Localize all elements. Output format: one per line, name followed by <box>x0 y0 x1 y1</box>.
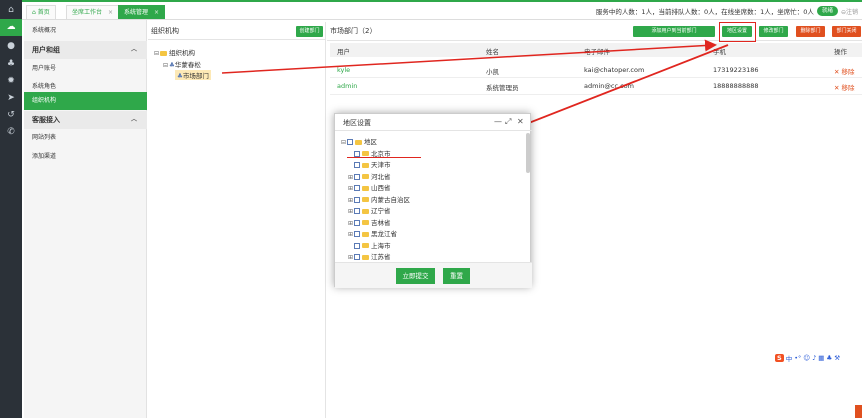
expand-icon[interactable]: ⊞ <box>348 197 353 204</box>
dialog-footer: 立即提交 重置 <box>335 262 532 288</box>
region-tree-item[interactable]: 天津市 <box>348 159 391 169</box>
tools-icon[interactable]: ⚒ <box>834 354 840 362</box>
region-label: 辽宁省 <box>371 207 391 215</box>
region-label: 上海市 <box>371 241 391 250</box>
expand-icon[interactable]: ⊞ <box>348 185 353 192</box>
close-icon[interactable]: ✕ <box>517 117 524 126</box>
region-label: 河北省 <box>371 172 391 181</box>
expand-icon[interactable]: ⊞ <box>348 208 353 215</box>
arrow-to-region-button <box>221 39 717 74</box>
checkbox[interactable] <box>354 208 360 214</box>
expand-icon[interactable]: ⊞ <box>348 254 353 261</box>
dialog-title: 地区设置 <box>343 119 371 127</box>
region-tree-item[interactable]: ⊞ 内蒙古自治区 <box>348 194 410 204</box>
region-tree-item[interactable]: ⊞ 山西省 <box>348 182 391 192</box>
collapse-icon[interactable]: ⊟ <box>341 139 346 146</box>
maximize-icon[interactable]: ⤢ <box>505 117 511 127</box>
folder-icon <box>362 185 369 191</box>
expand-icon[interactable]: ⊞ <box>348 220 353 227</box>
side-widget[interactable] <box>855 405 862 418</box>
region-label: 黑龙江省 <box>371 230 397 238</box>
region-tree-item[interactable]: ⊞ 黑龙江省 <box>348 228 397 238</box>
ime-language-label: 中 <box>785 355 793 363</box>
ime-logo: S <box>775 354 784 362</box>
keyboard-icon[interactable]: ▦ <box>818 354 824 362</box>
checkbox[interactable] <box>354 242 360 249</box>
region-tree-root[interactable]: ⊟ 地区 <box>341 136 377 146</box>
region-settings-dialog: 地区设置 — ⤢ ✕ ⊟ 地区 北京市 天津市 ⊞ 河北省 ⊞ 山西省 ⊞ 内蒙古自治区 ⊞ 辽宁省 ⊞… <box>334 113 532 288</box>
skin-icon[interactable]: ♣ <box>826 354 832 362</box>
region-label: 江苏省 <box>371 253 391 261</box>
expand-icon[interactable]: ⊞ <box>348 231 353 238</box>
folder-icon <box>362 151 369 156</box>
checkbox[interactable] <box>354 150 360 157</box>
minimize-icon[interactable]: — <box>494 117 502 126</box>
region-tree-item[interactable]: 北京市 <box>348 148 391 158</box>
region-tree-item[interactable]: ⊞ 江苏省 <box>348 251 391 261</box>
region-label: 吉林省 <box>371 218 391 227</box>
folder-icon <box>362 243 369 248</box>
punctuation-icon[interactable]: •° <box>794 354 801 362</box>
region-label: 天津市 <box>371 161 391 169</box>
region-tree-item[interactable]: ⊞ 吉林省 <box>348 217 391 227</box>
region-tree-item[interactable]: ⊞ 辽宁省 <box>348 205 391 215</box>
submit-button[interactable]: 立即提交 <box>396 268 435 284</box>
mic-icon[interactable]: ♪ <box>812 354 816 362</box>
checkbox[interactable] <box>347 139 353 145</box>
checkbox[interactable] <box>354 231 360 237</box>
emoji-icon[interactable]: ☺ <box>803 354 810 362</box>
checkbox[interactable] <box>354 185 360 191</box>
region-label: 山西省 <box>371 184 391 192</box>
folder-icon <box>362 162 369 168</box>
checkbox[interactable] <box>354 196 360 203</box>
checkbox[interactable] <box>354 162 360 168</box>
dialog-header: 地区设置 — ⤢ ✕ <box>335 114 532 131</box>
folder-icon <box>362 220 369 225</box>
region-tree-item[interactable]: ⊞ 河北省 <box>348 171 391 181</box>
folder-icon <box>355 139 362 145</box>
folder-icon <box>362 254 369 260</box>
region-label: 地区 <box>364 138 377 146</box>
ime-toolbar[interactable]: S 中 •° ☺ ♪ ▦ ♣ ⚒ <box>775 352 862 364</box>
region-tree-item[interactable]: 上海市 <box>348 240 391 250</box>
region-tree: ⊟ 地区北京市天津市 ⊞ 河北省 ⊞ 山西省 ⊞ 内蒙古自治区 ⊞ 辽宁省 ⊞ 吉林省 ⊞ 黑龙江省上海市… <box>335 132 532 262</box>
dialog-scrollbar[interactable] <box>526 133 530 173</box>
expand-icon[interactable]: ⊞ <box>348 174 353 181</box>
checkbox[interactable] <box>354 254 360 260</box>
folder-icon <box>362 208 369 214</box>
folder-icon <box>362 197 369 202</box>
checkbox[interactable] <box>354 219 360 226</box>
region-label: 内蒙古自治区 <box>371 195 410 204</box>
folder-icon <box>362 231 369 237</box>
checkbox[interactable] <box>354 173 360 180</box>
annotation-underline <box>347 157 421 158</box>
folder-icon <box>362 174 369 179</box>
reset-button[interactable]: 重置 <box>443 268 470 284</box>
